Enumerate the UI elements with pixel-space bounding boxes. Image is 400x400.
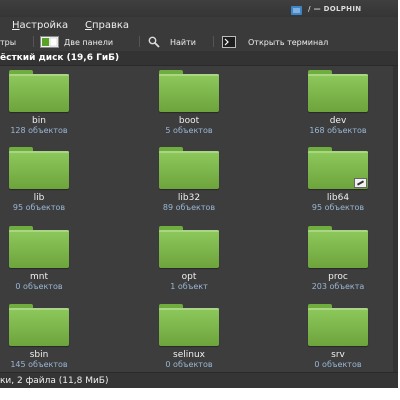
window-title: / — DOLPHIN — [308, 5, 362, 13]
symlink-badge-icon — [354, 178, 367, 188]
toolbar-separator — [139, 36, 140, 47]
location-bar[interactable]: ёсткий диск (19,6 ГиБ) — [0, 51, 398, 66]
folder-item-count: 203 объекта — [311, 282, 365, 291]
folder-view[interactable]: bin 128 объектов boot 5 объектов dev 168 объе… — [0, 66, 398, 372]
open-terminal-label: Открыть терминал — [248, 38, 329, 47]
folder-item-count: 0 объектов — [15, 282, 63, 291]
folder-icon — [9, 304, 69, 346]
folder-icon — [308, 147, 368, 189]
filters-label: тры — [0, 38, 17, 47]
folder-item[interactable]: dev 168 объектов — [293, 70, 383, 145]
folder-item[interactable]: selinux 0 объектов — [144, 304, 234, 379]
title-bar[interactable]: / — DOLPHIN — [0, 0, 398, 17]
folder-item-count: 0 объектов — [165, 360, 213, 369]
folder-icon — [9, 147, 69, 189]
folder-icon — [159, 147, 219, 189]
folder-name: lib — [33, 193, 45, 203]
folder-item[interactable]: proc 203 объекта — [293, 226, 383, 301]
folder-name: lib32 — [177, 193, 201, 203]
menu-bar: Настройка Справка — [0, 17, 398, 34]
folder-item-count: 128 объектов — [10, 126, 68, 135]
find-label: Найти — [170, 38, 196, 47]
split-panels-icon — [40, 36, 59, 48]
folder-name: dev — [329, 116, 347, 126]
menu-settings[interactable]: Настройка — [12, 20, 68, 31]
toolbar-separator — [33, 36, 34, 47]
folder-icon — [308, 226, 368, 268]
folder-icon — [159, 226, 219, 268]
folder-icon — [159, 304, 219, 346]
folder-icon — [159, 70, 219, 112]
status-bar: ки, 2 файла (11,8 МиБ) — [0, 372, 398, 388]
terminal-icon — [222, 36, 236, 48]
folder-item-count: 0 объектов — [314, 360, 362, 369]
folder-name: selinux — [173, 350, 205, 360]
folder-item[interactable]: sbin 145 объектов — [0, 304, 84, 379]
folder-item[interactable]: opt 1 объект — [144, 226, 234, 301]
folder-name: mnt — [30, 272, 48, 282]
folder-name: srv — [331, 350, 345, 360]
folder-icon — [308, 70, 368, 112]
folder-item[interactable]: boot 5 объектов — [144, 70, 234, 145]
dolphin-app-icon — [291, 6, 302, 15]
folder-item[interactable]: lib 95 объектов — [0, 147, 84, 222]
folder-name: sbin — [29, 350, 49, 360]
folder-item[interactable]: lib64 95 объектов — [293, 147, 383, 222]
folder-item-count: 5 объектов — [165, 126, 213, 135]
menu-help[interactable]: Справка — [85, 20, 129, 31]
folder-item[interactable]: srv 0 объектов — [293, 304, 383, 379]
folder-icon — [9, 70, 69, 112]
toolbar: тры Две панели Найти Открыть терминал — [0, 34, 398, 50]
status-text: ки, 2 файла (11,8 МиБ) — [0, 376, 109, 386]
folder-item-count: 95 объектов — [12, 203, 66, 212]
folder-name: bin — [32, 116, 46, 126]
folder-item-count: 1 объект — [170, 282, 208, 291]
folder-name: lib64 — [326, 193, 350, 203]
folder-name: proc — [328, 272, 348, 282]
folder-name: boot — [178, 116, 200, 126]
location-label: ёсткий диск (19,6 ГиБ) — [0, 53, 120, 63]
scrollbar[interactable] — [393, 66, 398, 372]
file-manager-window: / — DOLPHIN Настройка Справка тры Две па… — [0, 0, 398, 388]
folder-icon — [308, 304, 368, 346]
folder-item-count: 95 объектов — [311, 203, 365, 212]
folder-item[interactable]: mnt 0 объектов — [0, 226, 84, 301]
split-view-label: Две панели — [64, 38, 114, 47]
toolbar-separator — [213, 36, 214, 47]
folder-item-count: 145 объектов — [10, 360, 68, 369]
search-icon — [148, 36, 160, 48]
folder-item[interactable]: lib32 89 объектов — [144, 147, 234, 222]
folder-item-count: 89 объектов — [162, 203, 216, 212]
folder-name: opt — [181, 272, 197, 282]
folder-icon — [9, 226, 69, 268]
folder-item-count: 168 объектов — [309, 126, 367, 135]
folder-item[interactable]: bin 128 объектов — [0, 70, 84, 145]
